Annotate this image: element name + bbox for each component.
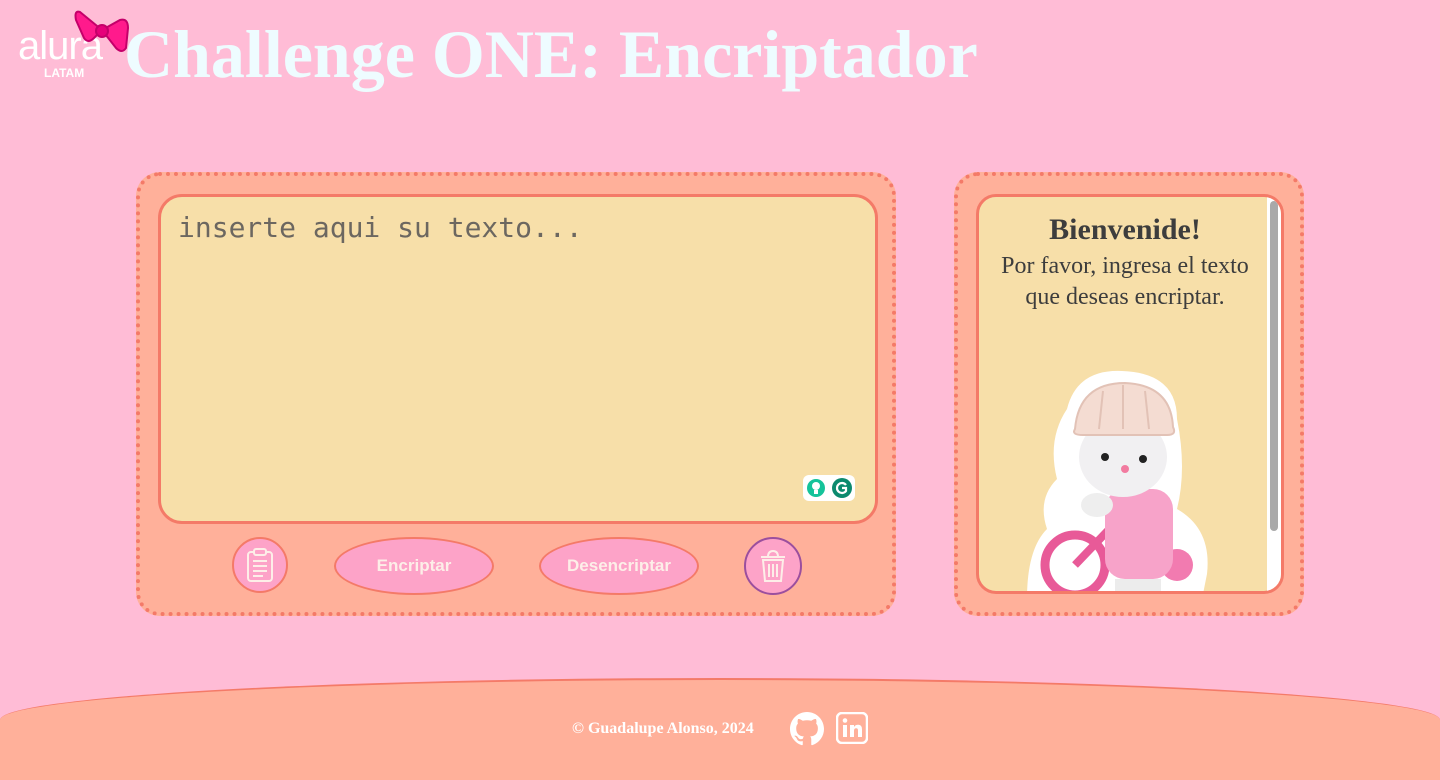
grammarly-icon[interactable] [831, 477, 853, 499]
github-icon[interactable] [790, 712, 824, 746]
clear-button[interactable] [744, 537, 802, 595]
output-area: Bienvenide! Por favor, ingresa el texto … [976, 194, 1284, 594]
copyright-text: © Guadalupe Alonso, 2024 [572, 720, 754, 737]
copy-button[interactable] [232, 537, 288, 593]
linkedin-icon[interactable] [835, 711, 869, 745]
output-heading: Bienvenide! [1049, 213, 1201, 246]
lightbulb-icon[interactable] [806, 478, 826, 498]
text-input-container [158, 194, 878, 524]
page-header: alura LATAM Challenge ONE: Encriptador [0, 0, 1440, 110]
output-scrollbar[interactable] [1267, 197, 1281, 591]
decrypt-button[interactable]: Desencriptar [539, 537, 699, 595]
output-panel: Bienvenide! Por favor, ingresa el texto … [954, 172, 1304, 616]
logo-sub: LATAM [44, 66, 85, 80]
encrypt-button[interactable]: Encriptar [334, 537, 494, 595]
output-message: Por favor, ingresa el texto que deseas e… [1001, 253, 1249, 310]
scrollbar-thumb[interactable] [1270, 201, 1278, 531]
clipboard-icon [247, 548, 273, 582]
text-input[interactable] [161, 197, 875, 521]
github-link[interactable] [790, 712, 824, 751]
grammarly-widget[interactable] [803, 475, 855, 501]
trash-icon [761, 549, 785, 582]
linkedin-link[interactable] [835, 711, 869, 749]
alura-logo: alura LATAM [18, 6, 130, 82]
page-footer: © Guadalupe Alonso, 2024 [0, 678, 1440, 780]
bow-icon [74, 10, 130, 52]
kitten-bicycle-figure [1027, 370, 1208, 591]
action-bar: Encriptar Desencriptar [140, 536, 892, 600]
input-panel: Encriptar Desencriptar [136, 172, 896, 616]
page-title: Challenge ONE: Encriptador [124, 16, 978, 92]
